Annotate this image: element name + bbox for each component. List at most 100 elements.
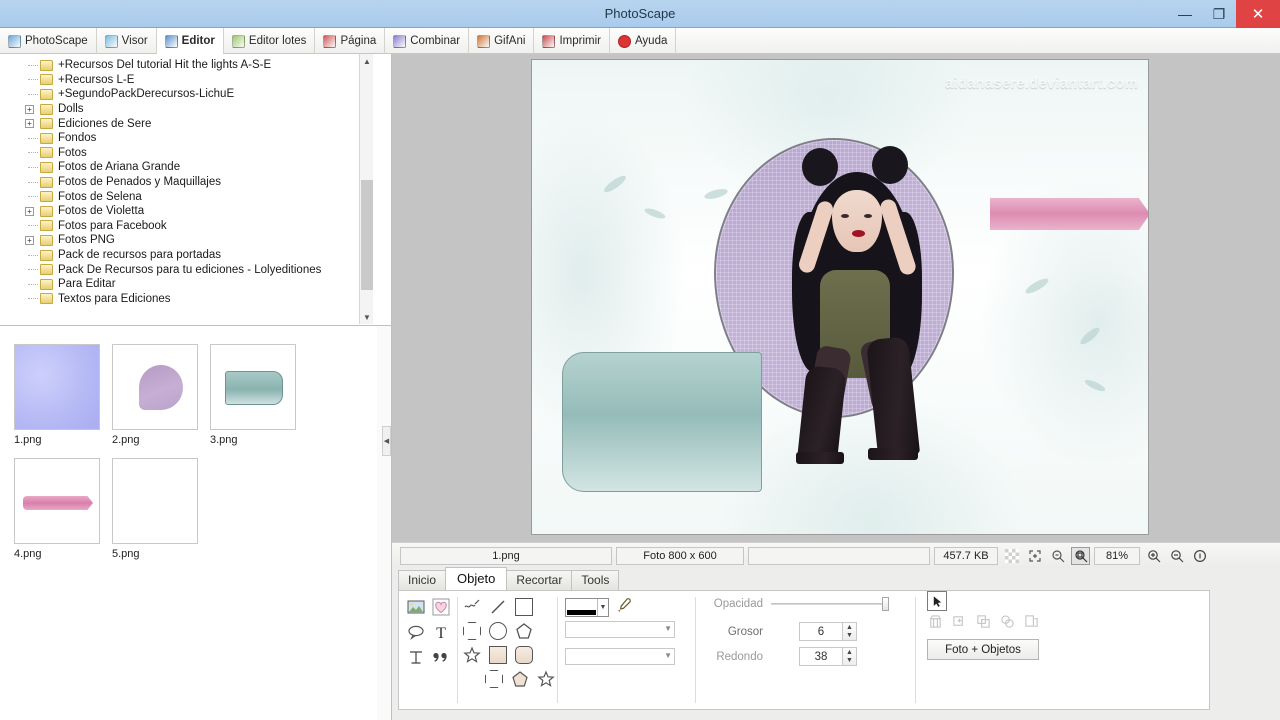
scroll-down-icon[interactable]: ▼: [360, 310, 374, 324]
filled-square-icon[interactable]: [487, 644, 509, 666]
menu-tab-combinar[interactable]: Combinar: [385, 28, 470, 54]
expand-icon[interactable]: +: [25, 119, 34, 129]
thumbnail-image[interactable]: [112, 344, 198, 430]
outline-text-icon[interactable]: [405, 646, 427, 668]
quote-icon[interactable]: [430, 646, 452, 668]
tree-item[interactable]: Fotos: [0, 146, 366, 161]
tree-item[interactable]: Fotos de Ariana Grande: [0, 160, 366, 175]
opacity-slider[interactable]: [771, 597, 889, 611]
clone-object-icon[interactable]: [1023, 613, 1039, 629]
rounded-square-icon[interactable]: [461, 620, 483, 642]
color-picker-button[interactable]: ▼: [565, 597, 609, 617]
tree-item[interactable]: Fondos: [0, 131, 366, 146]
maximize-button[interactable]: ❐: [1202, 0, 1236, 28]
collapse-panel-icon[interactable]: ◀: [382, 426, 391, 456]
delete-object-icon[interactable]: [927, 613, 943, 629]
slider-knob[interactable]: [882, 597, 889, 611]
pink-bar-object[interactable]: [990, 198, 1148, 230]
group-object-icon[interactable]: [975, 613, 991, 629]
grosor-stepper[interactable]: ▲ ▼: [843, 622, 857, 641]
tool-tab-tools[interactable]: Tools: [571, 570, 620, 590]
menu-tab-visor[interactable]: Visor: [97, 28, 157, 54]
thumbnail-image[interactable]: [14, 344, 100, 430]
folder-tree[interactable]: +Recursos Del tutorial Hit the lights A-…: [0, 54, 392, 326]
thumbnail-image[interactable]: [210, 344, 296, 430]
menu-tab-imprimir[interactable]: Imprimir: [534, 28, 610, 54]
menu-tab-página[interactable]: Página: [315, 28, 386, 54]
tree-item[interactable]: Pack De Recursos para tu ediciones - Lol…: [0, 262, 366, 277]
eyedropper-icon[interactable]: [615, 597, 632, 617]
menu-tab-gifani[interactable]: GifAni: [469, 28, 535, 54]
scroll-up-icon[interactable]: ▲: [360, 54, 374, 68]
tree-item[interactable]: Fotos para Facebook: [0, 219, 366, 234]
tree-item[interactable]: +SegundoPackDerecursos-LichuE: [0, 87, 366, 102]
chevron-down-icon[interactable]: ▼: [597, 598, 608, 616]
menu-tab-editor[interactable]: Editor: [156, 28, 224, 54]
expand-icon[interactable]: +: [25, 206, 34, 216]
expand-icon[interactable]: +: [25, 235, 34, 245]
arrow-select-icon[interactable]: [927, 591, 947, 611]
freehand-icon[interactable]: [461, 596, 483, 618]
filled-rounded-square-icon[interactable]: [513, 644, 535, 666]
image-canvas[interactable]: aidanasere.deviantart.com: [532, 60, 1148, 534]
folder-tree-scrollbar[interactable]: ▲ ▼: [359, 54, 373, 324]
chevron-down-icon[interactable]: ▼: [664, 651, 672, 660]
chevron-down-icon[interactable]: ▼: [664, 624, 672, 633]
tool-tab-objeto[interactable]: Objeto: [445, 567, 508, 590]
expand-icon[interactable]: +: [25, 104, 34, 114]
scrollbar-thumb[interactable]: [361, 180, 373, 290]
zoom-out-icon[interactable]: [1167, 547, 1186, 565]
redondo-input[interactable]: 38: [799, 647, 843, 666]
thumbnail-item[interactable]: 4.png: [14, 458, 100, 560]
heart-shape-icon[interactable]: [430, 596, 452, 618]
photo-insert-icon[interactable]: [405, 596, 427, 618]
grosor-input[interactable]: 6: [799, 622, 843, 641]
duplicate-object-icon[interactable]: [951, 613, 967, 629]
fit-window-icon[interactable]: [1025, 547, 1044, 565]
thumbnail-item[interactable]: 2.png: [112, 344, 198, 446]
thumbnail-item[interactable]: 5.png: [112, 458, 198, 560]
merge-object-icon[interactable]: [999, 613, 1015, 629]
thumbnail-image[interactable]: [14, 458, 100, 544]
info-icon[interactable]: [1190, 547, 1209, 565]
minimize-button[interactable]: —: [1168, 0, 1202, 28]
menu-tab-editor-lotes[interactable]: Editor lotes: [224, 28, 316, 54]
tree-item[interactable]: Pack de recursos para portadas: [0, 248, 366, 263]
tree-item[interactable]: Fotos de Selena: [0, 189, 366, 204]
tree-item[interactable]: Textos para Ediciones: [0, 292, 366, 307]
tree-item[interactable]: + Ediciones de Sere: [0, 116, 366, 131]
filled-pentagon-icon[interactable]: [509, 668, 531, 690]
filled-star-icon[interactable]: [535, 668, 557, 690]
tree-item[interactable]: +Recursos L-E: [0, 73, 366, 88]
menu-tab-ayuda[interactable]: Ayuda: [610, 28, 677, 54]
teal-box-object[interactable]: [562, 352, 762, 492]
transparency-checker-icon[interactable]: [1002, 547, 1021, 565]
line-style-select[interactable]: ▼: [565, 621, 675, 638]
tool-tab-inicio[interactable]: Inicio: [398, 570, 447, 590]
text-icon[interactable]: T: [430, 621, 452, 643]
tree-item[interactable]: Fotos de Penados y Maquillajes: [0, 175, 366, 190]
thumbnail-scrollbar[interactable]: [377, 326, 391, 720]
redondo-stepper[interactable]: ▲ ▼: [843, 647, 857, 666]
model-photo-object[interactable]: [768, 142, 948, 472]
star-icon[interactable]: [461, 644, 483, 666]
menu-tab-photoscape[interactable]: PhotoScape: [0, 28, 97, 54]
tree-item[interactable]: + Fotos PNG: [0, 233, 366, 248]
thumbnail-item[interactable]: 3.png: [210, 344, 296, 446]
zoom-in-icon[interactable]: [1144, 547, 1163, 565]
pentagon-icon[interactable]: [513, 620, 535, 642]
speech-bubble-icon[interactable]: [405, 621, 427, 643]
tree-item[interactable]: +Recursos Del tutorial Hit the lights A-…: [0, 58, 366, 73]
tree-item[interactable]: + Dolls: [0, 102, 366, 117]
thumbnail-item[interactable]: 1.png: [14, 344, 100, 446]
tool-tab-recortar[interactable]: Recortar: [506, 570, 573, 590]
zoom-fit-icon[interactable]: [1071, 546, 1090, 565]
square-icon[interactable]: [513, 596, 535, 618]
thumbnail-image[interactable]: [112, 458, 198, 544]
foto-objetos-button[interactable]: Foto + Objetos: [927, 639, 1039, 660]
line-icon[interactable]: [487, 596, 509, 618]
tree-item[interactable]: + Fotos de Violetta: [0, 204, 366, 219]
zoom-actual-icon[interactable]: [1048, 547, 1067, 565]
circle-icon[interactable]: [487, 620, 509, 642]
close-button[interactable]: ✕: [1236, 0, 1280, 28]
